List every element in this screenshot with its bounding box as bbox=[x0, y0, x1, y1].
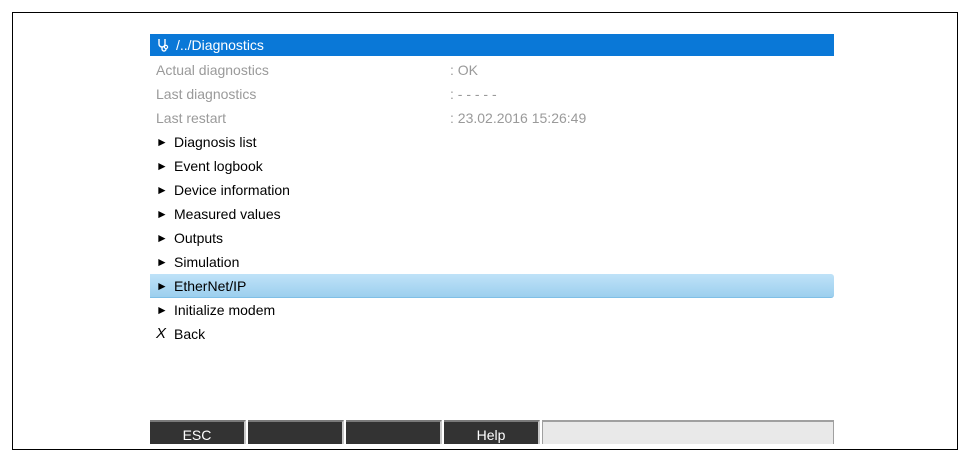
menu-item-diagnosis-list[interactable]: ► Diagnosis list bbox=[150, 130, 834, 154]
info-label: Last diagnostics bbox=[156, 86, 257, 102]
menu-item-outputs[interactable]: ► Outputs bbox=[150, 226, 834, 250]
info-row-last-diagnostics: Last diagnostics : - - - - - bbox=[150, 82, 834, 106]
arrow-right-icon: ► bbox=[156, 255, 168, 269]
menu-item-measured-values[interactable]: ► Measured values bbox=[150, 202, 834, 226]
softkey-bar: ESC Help bbox=[150, 420, 834, 444]
menu-item-label: Outputs bbox=[174, 230, 224, 246]
help-softkey[interactable]: Help bbox=[444, 420, 540, 444]
info-row-last-restart: Last restart : 23.02.2016 15:26:49 bbox=[150, 106, 834, 130]
info-label: Last restart bbox=[156, 110, 227, 126]
menu-item-label: Device information bbox=[174, 182, 290, 198]
arrow-right-icon: ► bbox=[156, 183, 168, 197]
info-row-actual-diagnostics: Actual diagnostics : OK bbox=[150, 58, 834, 82]
title-bar: /../Diagnostics bbox=[150, 34, 834, 56]
menu-item-label: EtherNet/IP bbox=[174, 277, 247, 294]
title-path: /../Diagnostics bbox=[176, 37, 264, 53]
menu-item-label: Simulation bbox=[174, 254, 240, 270]
softkey-5[interactable] bbox=[542, 420, 834, 444]
arrow-right-icon: ► bbox=[156, 278, 168, 293]
menu-item-label: Measured values bbox=[174, 206, 281, 222]
arrow-right-icon: ► bbox=[156, 303, 168, 317]
menu-item-label: Initialize modem bbox=[174, 302, 276, 318]
arrow-right-icon: ► bbox=[156, 159, 168, 173]
info-value: : 23.02.2016 15:26:49 bbox=[450, 110, 587, 126]
menu-item-event-logbook[interactable]: ► Event logbook bbox=[150, 154, 834, 178]
menu-item-label: Event logbook bbox=[174, 158, 263, 174]
arrow-right-icon: ► bbox=[156, 135, 168, 149]
menu-item-simulation[interactable]: ► Simulation bbox=[150, 250, 834, 274]
menu-item-initialize-modem[interactable]: ► Initialize modem bbox=[150, 298, 834, 322]
menu-item-label: Diagnosis list bbox=[174, 134, 257, 150]
softkey-3[interactable] bbox=[346, 420, 442, 444]
esc-softkey[interactable]: ESC bbox=[150, 420, 246, 444]
diagnostics-screen: /../Diagnostics Actual diagnostics : OK … bbox=[150, 34, 834, 346]
softkey-2[interactable] bbox=[248, 420, 344, 444]
menu-item-back[interactable]: X Back bbox=[150, 322, 834, 346]
stethoscope-icon bbox=[158, 39, 169, 52]
info-value: : - - - - - bbox=[450, 86, 497, 102]
arrow-right-icon: ► bbox=[156, 231, 168, 245]
arrow-right-icon: ► bbox=[156, 207, 168, 221]
menu-list: Actual diagnostics : OK Last diagnostics… bbox=[150, 58, 834, 346]
menu-item-device-information[interactable]: ► Device information bbox=[150, 178, 834, 202]
menu-item-ethernet-ip[interactable]: ► EtherNet/IP bbox=[150, 274, 834, 298]
info-value: : OK bbox=[450, 62, 479, 78]
menu-item-label: Back bbox=[174, 326, 206, 342]
info-label: Actual diagnostics bbox=[156, 62, 269, 78]
back-x-icon: X bbox=[156, 325, 167, 342]
